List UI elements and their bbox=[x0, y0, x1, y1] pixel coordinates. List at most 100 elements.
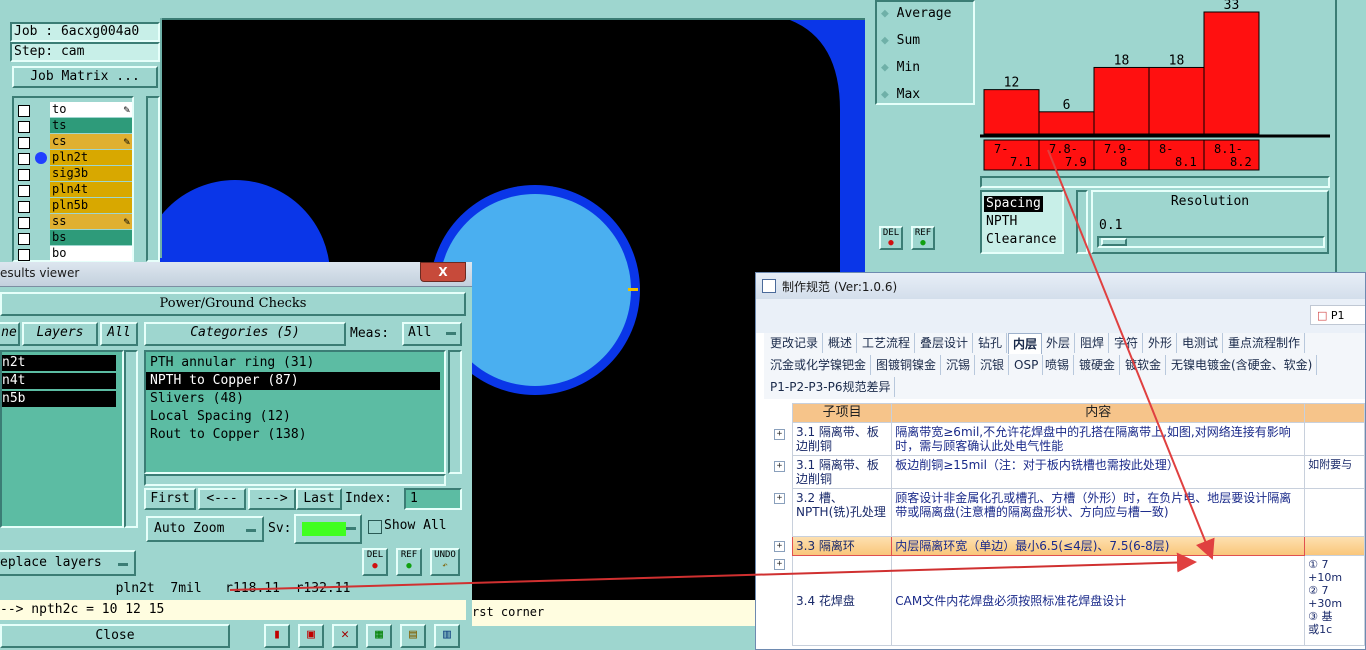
layer-row[interactable]: pln4t bbox=[14, 182, 164, 198]
layer-row[interactable]: ts bbox=[14, 118, 164, 134]
tool-icon-1[interactable]: ▮ bbox=[264, 624, 290, 648]
histogram-scrollbar[interactable] bbox=[980, 176, 1330, 188]
layer-name[interactable]: pln2t bbox=[50, 150, 132, 165]
stat-option-sum[interactable]: ◆ Sum bbox=[881, 31, 920, 51]
stats-del-button[interactable]: DEL ● bbox=[879, 226, 903, 250]
row-expand-icon[interactable]: + bbox=[774, 559, 785, 570]
measure-type-item[interactable]: Spacing bbox=[984, 196, 1043, 212]
results-layer-scrollbar[interactable] bbox=[124, 350, 138, 528]
measure-type-scrollbar[interactable] bbox=[1076, 190, 1088, 254]
stats-ref-button[interactable]: REF ● bbox=[911, 226, 935, 250]
tool-icon-3[interactable]: ✕ bbox=[332, 624, 358, 648]
category-item[interactable]: PTH annular ring (31) bbox=[146, 354, 444, 372]
layer-row[interactable]: to ✎ bbox=[14, 102, 164, 118]
categories-hscrollbar[interactable] bbox=[144, 474, 446, 486]
layer-row[interactable]: sig3b bbox=[14, 166, 164, 182]
layer-name[interactable]: pln4t bbox=[50, 182, 132, 197]
auto-zoom-dropdown[interactable]: Auto Zoom bbox=[146, 516, 264, 542]
close-button[interactable]: Close bbox=[0, 624, 230, 648]
prev-button[interactable]: <--- bbox=[198, 488, 246, 510]
layer-checkbox[interactable] bbox=[18, 201, 30, 213]
doc-tab[interactable]: 沉锡 bbox=[942, 355, 976, 375]
tab-layers[interactable]: Layers bbox=[22, 322, 98, 346]
spec-row[interactable]: 3.1 隔离带、板边削铜 板边削铜≥15mil（注：对于板内铣槽也需按此处理） 如附… bbox=[791, 455, 1365, 489]
layer-checkbox[interactable] bbox=[18, 217, 30, 229]
last-button[interactable]: Last bbox=[296, 488, 342, 510]
layer-name[interactable]: pln5b bbox=[50, 198, 132, 213]
category-item[interactable]: Slivers (48) bbox=[146, 390, 444, 408]
doc-titlebar[interactable]: 制作规范 (Ver:1.0.6) bbox=[756, 273, 1365, 300]
resolution-slider[interactable] bbox=[1097, 236, 1325, 248]
job-matrix-button[interactable]: Job Matrix ... bbox=[12, 66, 158, 88]
rv-ref-button[interactable]: REF ● bbox=[396, 548, 422, 576]
sv-color-dropdown[interactable] bbox=[294, 514, 362, 544]
layer-checkbox[interactable] bbox=[18, 137, 30, 149]
layer-checkbox[interactable] bbox=[18, 121, 30, 133]
spec-row[interactable]: 3.2 槽、NPTH(铣)孔处理 顾客设计非金属化孔或槽孔、方槽（外形）时，在负片… bbox=[791, 488, 1365, 537]
results-layer-item[interactable]: n4t bbox=[2, 373, 116, 389]
replace-layers-dropdown[interactable]: eplace layers bbox=[0, 550, 136, 576]
rv-del-button[interactable]: DEL ● bbox=[362, 548, 388, 576]
layer-checkbox[interactable] bbox=[18, 153, 30, 165]
measure-type-item[interactable]: Clearance bbox=[984, 232, 1058, 248]
category-item[interactable]: Local Spacing (12) bbox=[146, 408, 444, 426]
doc-tab[interactable]: P1-P2-P3-P6规范差异 bbox=[766, 377, 896, 397]
layer-name[interactable]: cs ✎ bbox=[50, 134, 132, 149]
row-expand-icon[interactable]: + bbox=[774, 541, 785, 552]
layer-list-scrollbar[interactable] bbox=[146, 96, 160, 262]
show-all-checkbox[interactable] bbox=[368, 520, 382, 534]
category-item[interactable]: Rout to Copper (138) bbox=[146, 426, 444, 444]
doc-tab[interactable]: 镀硬金 bbox=[1075, 355, 1121, 375]
layer-row[interactable]: pln5b bbox=[14, 198, 164, 214]
layer-row[interactable]: bs bbox=[14, 230, 164, 246]
results-viewer-titlebar[interactable]: esults viewer X bbox=[0, 262, 472, 287]
index-input[interactable]: 1 bbox=[404, 488, 462, 510]
doc-tab[interactable]: 镀软金 bbox=[1121, 355, 1167, 375]
meas-dropdown[interactable]: All bbox=[402, 322, 462, 346]
row-expand-icon[interactable]: + bbox=[774, 493, 785, 504]
doc-tab[interactable]: 无镍电镀金(含硬金、软金) bbox=[1167, 355, 1318, 375]
layer-checkbox[interactable] bbox=[18, 185, 30, 197]
layer-row[interactable]: ss ✎ bbox=[14, 214, 164, 230]
doc-tab[interactable]: 字符 bbox=[1110, 333, 1144, 353]
categories-scrollbar[interactable] bbox=[448, 350, 462, 474]
tab-partial[interactable]: ne bbox=[0, 322, 20, 346]
row-expand-icon[interactable]: + bbox=[774, 429, 785, 440]
doc-tab[interactable]: 叠层设计 bbox=[916, 333, 974, 353]
doc-tab[interactable]: 重点流程制作 bbox=[1224, 333, 1306, 353]
rv-undo-button[interactable]: UNDO ↶ bbox=[430, 548, 460, 576]
measure-type-item[interactable]: NPTH bbox=[984, 214, 1019, 230]
doc-tab[interactable]: OSP bbox=[1010, 355, 1044, 375]
close-window-button[interactable]: X bbox=[420, 262, 466, 282]
doc-tab[interactable]: 喷锡 bbox=[1041, 355, 1075, 375]
results-layer-item[interactable]: n5b bbox=[2, 391, 116, 407]
doc-tab[interactable]: 图镀铜镍金 bbox=[872, 355, 942, 375]
spec-row[interactable]: 3.1 隔离带、板边削铜 隔离带宽≥6mil,不允许花焊盘中的孔搭在隔离带上,如图… bbox=[791, 422, 1365, 456]
category-item[interactable]: NPTH to Copper (87) bbox=[146, 372, 440, 390]
stat-option-average[interactable]: ◆ Average bbox=[881, 4, 951, 24]
doc-tab[interactable]: 沉金或化学镍钯金 bbox=[766, 355, 872, 375]
layer-name[interactable]: ts bbox=[50, 118, 132, 133]
categories-tab[interactable]: Categories (5) bbox=[144, 322, 346, 346]
layer-row[interactable]: pln2t bbox=[14, 150, 164, 166]
next-button[interactable]: ---> bbox=[248, 488, 296, 510]
doc-tab[interactable]: 概述 bbox=[824, 333, 858, 353]
spec-row[interactable]: 3.3 隔离环 内层隔离环宽（单边）最小6.5(≤4层)、7.5(6-8层) bbox=[791, 536, 1365, 556]
layer-checkbox[interactable] bbox=[18, 233, 30, 245]
doc-tab[interactable]: 外层 bbox=[1042, 333, 1076, 353]
doc-tab[interactable]: 钻孔 bbox=[974, 333, 1008, 353]
tool-icon-5[interactable]: ▤ bbox=[400, 624, 426, 648]
layer-name[interactable]: to ✎ bbox=[50, 102, 132, 117]
doc-tab[interactable]: 外形 bbox=[1144, 333, 1178, 353]
results-layer-item[interactable]: n2t bbox=[2, 355, 116, 371]
doc-tab[interactable]: 阻焊 bbox=[1076, 333, 1110, 353]
layer-checkbox[interactable] bbox=[18, 169, 30, 181]
stat-option-max[interactable]: ◆ Max bbox=[881, 85, 920, 105]
layer-name[interactable]: bs bbox=[50, 230, 132, 245]
layer-checkbox[interactable] bbox=[18, 105, 30, 117]
row-expand-icon[interactable]: + bbox=[774, 461, 785, 472]
doc-tab[interactable]: 工艺流程 bbox=[858, 333, 916, 353]
doc-tab[interactable]: 沉银 bbox=[976, 355, 1010, 375]
doc-tab[interactable]: 电测试 bbox=[1178, 333, 1224, 353]
tab-all[interactable]: All bbox=[100, 322, 138, 346]
